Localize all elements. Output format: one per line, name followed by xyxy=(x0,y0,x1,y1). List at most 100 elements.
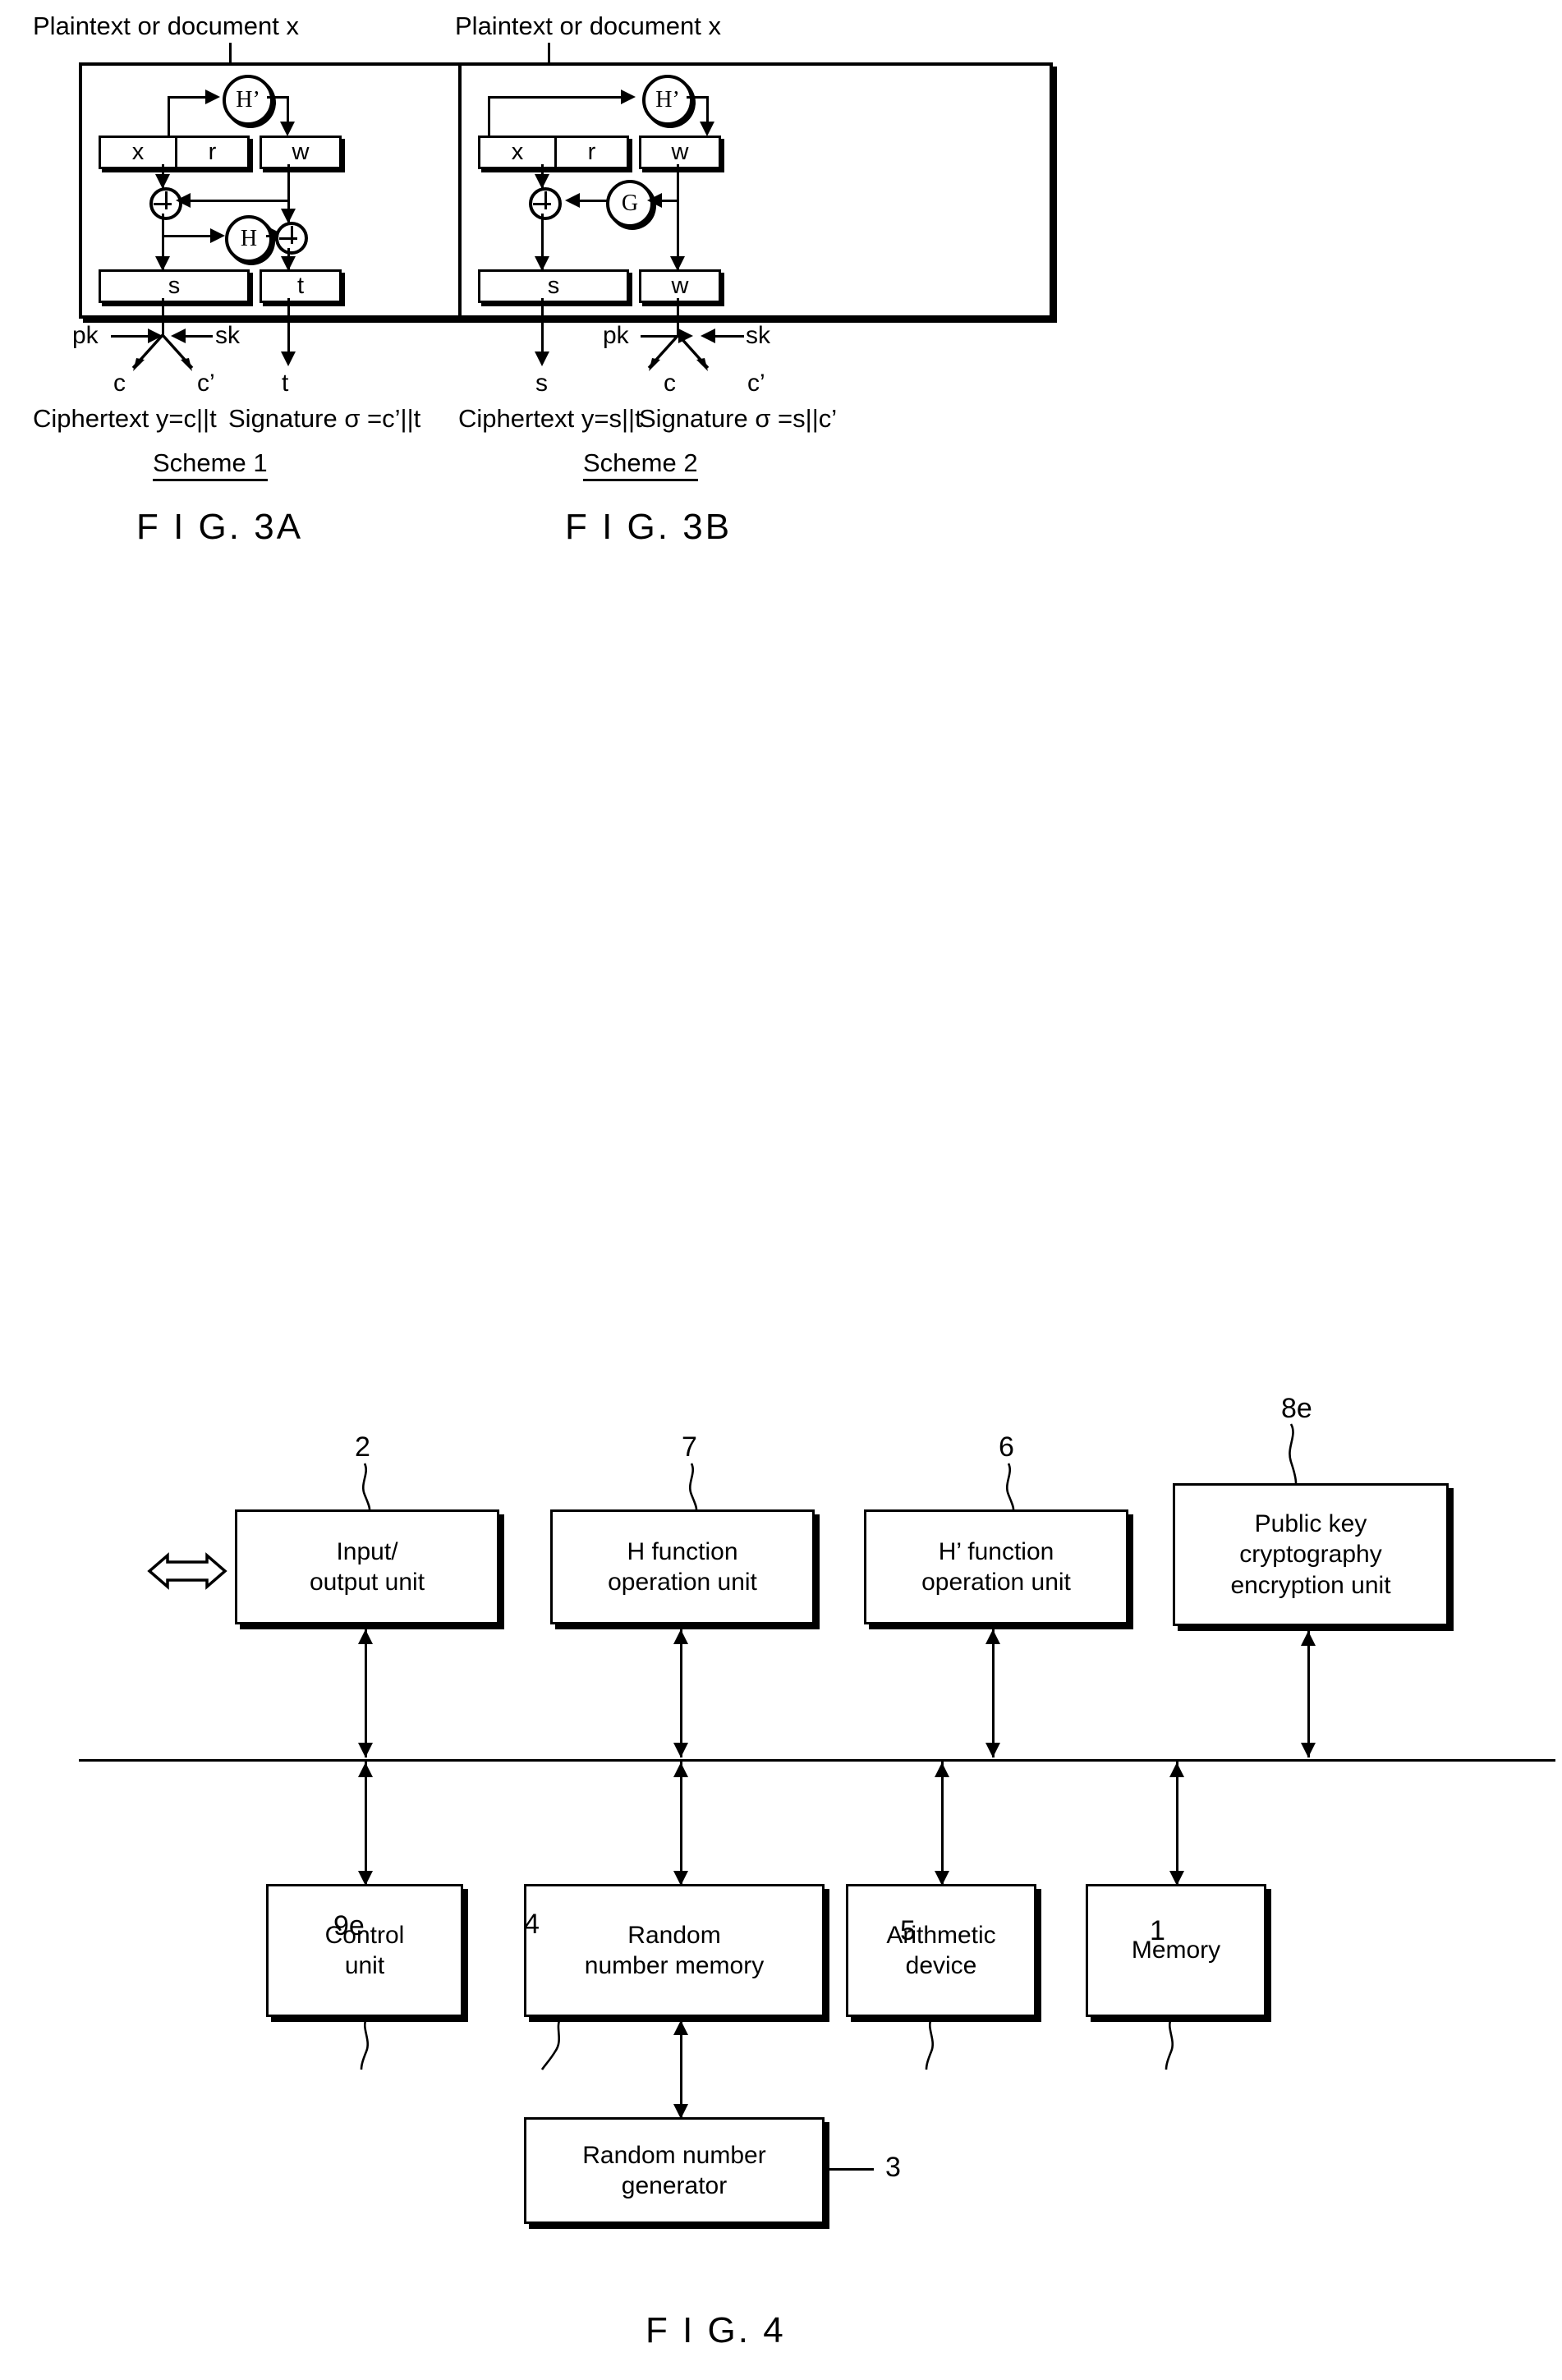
fig3a-r-to-hprime-hline xyxy=(168,96,207,99)
fig4-connector-control-vline xyxy=(365,1761,367,1886)
fig3a-s-branch-to-h-hline xyxy=(162,235,213,237)
fig4-box-public-key-line-3: encryption unit xyxy=(1230,1571,1391,1599)
fig3b-hprime-to-w-hline xyxy=(687,96,709,99)
fig4-ref-4: 4 xyxy=(524,1909,540,1940)
figure-4: 2 7 6 8e Input/ output unit H function o… xyxy=(0,1347,1562,2380)
fig4-ref-1: 1 xyxy=(1150,1915,1165,1946)
fig4-box-public-key-line-1: Public key xyxy=(1254,1509,1367,1537)
fig3a-register-w-label: w xyxy=(292,139,310,165)
figure-3b: Plaintext or document x H’ x r w G s w p… xyxy=(455,0,1562,575)
fig4-box-random-number-memory: Random number memory xyxy=(524,1884,825,2017)
fig4-box-h-function-operation-unit: H function operation unit xyxy=(550,1509,815,1624)
fig4-connector-memory-arrow-up xyxy=(1169,1762,1184,1777)
fig3b-figure-label: F I G. 3B xyxy=(565,507,733,547)
fig3b-w-down-vline xyxy=(677,164,679,201)
fig3a-t-out-arrowhead xyxy=(281,351,296,366)
fig3a-s-branch-to-h-arrowhead xyxy=(210,228,225,243)
fig3b-s-out-arrowhead xyxy=(535,351,549,366)
fig3a-w-to-xor1-hline xyxy=(179,200,289,202)
fig3a-figure-label: F I G. 3A xyxy=(136,507,304,547)
fig4-connector-hprime-arrow-up xyxy=(985,1629,1000,1644)
fig4-connector-control-arrow-up xyxy=(358,1762,373,1777)
fig4-connector-rng-mem-arrow-up xyxy=(673,1762,688,1777)
fig3a-register-t: t xyxy=(260,269,342,303)
fig4-box-random-number-generator-line-1: Random number xyxy=(582,2141,766,2169)
fig4-leader-3-line xyxy=(828,2168,874,2171)
fig4-leader-5 xyxy=(925,2018,934,2070)
fig4-box-public-key-line-2: cryptography xyxy=(1239,1541,1382,1569)
fig3a-register-t-label: t xyxy=(296,273,305,299)
fig3a-output-c: c xyxy=(113,370,126,397)
fig4-box-random-number-memory-line-2: number memory xyxy=(584,1952,765,1979)
fig4-connector-hprime-arrow-down xyxy=(985,1743,1000,1757)
fig4-connector-pubkey-vline xyxy=(1307,1629,1310,1757)
fig4-ref-7: 7 xyxy=(682,1431,697,1463)
fig4-box-random-number-memory-line-1: Random xyxy=(627,1921,721,1949)
fig3b-hprime-function: H’ xyxy=(642,75,693,126)
fig3b-register-w-label: w xyxy=(671,139,689,165)
fig4-connector-arith-arrow-up xyxy=(935,1762,949,1777)
fig3a-register-w: w xyxy=(260,136,342,169)
fig3b-register-w-bottom: w xyxy=(639,269,721,303)
fig4-box-arithmetic-device: Arithmetic device xyxy=(846,1884,1036,2017)
fig3b-register-w: w xyxy=(639,136,721,169)
fig4-connector-rng-mem-vline xyxy=(680,1761,682,1886)
fig3b-register-xr: x r xyxy=(478,136,629,169)
fig4-connector-memory-vline xyxy=(1176,1761,1178,1886)
fig4-box-control-unit: Control unit xyxy=(266,1884,463,2017)
fig3b-register-w-bottom-label: w xyxy=(671,273,689,299)
fig3a-h-function: H xyxy=(225,215,273,263)
fig3a-register-s: s xyxy=(99,269,250,303)
fig3a-output-t: t xyxy=(282,370,289,397)
fig4-box-input-output-unit-line-2: output unit xyxy=(309,1569,425,1596)
fig3b-output-c: c xyxy=(664,370,676,397)
fig4-leader-9e xyxy=(360,2018,369,2070)
fig3a-scheme-name: Scheme 1 xyxy=(153,450,268,481)
fig3b-output-s: s xyxy=(535,370,548,397)
fig3a-xor-2 xyxy=(275,222,308,255)
fig3b-caption-signature: Signature σ =s||c’ xyxy=(639,404,838,433)
fig3b-register-s-label: s xyxy=(547,273,560,299)
patent-figure-sheet: Plaintext or document x H’ x r w H s t p… xyxy=(0,0,1562,2380)
fig3a-r-to-hprime-arrowhead xyxy=(205,90,220,104)
fig4-box-hprime-function-line-1: H’ function xyxy=(938,1537,1054,1565)
fig3a-caption-ciphertext: Ciphertext y=c||t xyxy=(33,404,217,433)
fig3b-r-to-hprime-arrowhead xyxy=(621,90,636,104)
fig3a-register-s-label: s xyxy=(168,273,181,299)
fig3a-register-xr: x r xyxy=(99,136,250,169)
fig3b-scheme-name: Scheme 2 xyxy=(583,450,698,481)
fig3b-hprime-to-w-arrowhead xyxy=(700,122,714,136)
fig4-leader-1 xyxy=(1165,2018,1174,2070)
fig4-connector-h-arrow-up xyxy=(673,1629,688,1644)
fig4-box-input-output-unit-line-1: Input/ xyxy=(336,1537,398,1565)
fig4-ref-8e: 8e xyxy=(1281,1393,1312,1424)
fig3a-hprime-to-w-arrowhead xyxy=(280,122,295,136)
fig4-leader-8e xyxy=(1289,1423,1298,1484)
fig4-box-control-unit-line-2: unit xyxy=(344,1952,385,1979)
fig3b-g-to-xor-arrowhead xyxy=(565,193,580,208)
fig4-box-input-output-unit: Input/ output unit xyxy=(235,1509,499,1624)
fig3b-r-to-hprime-hline xyxy=(488,96,623,99)
fig4-ref-5: 5 xyxy=(900,1915,916,1946)
fig4-connector-pubkey-arrow-up xyxy=(1301,1631,1316,1646)
fig3b-input-label: Plaintext or document x xyxy=(455,11,721,40)
fig4-connector-h-arrow-down xyxy=(673,1743,688,1757)
fig4-box-memory-line-1: Memory xyxy=(1131,1937,1221,1964)
fig4-connector-rng-gen-arrow-up xyxy=(673,2020,688,2035)
fig4-connector-hprime-vline xyxy=(992,1628,995,1757)
fig3b-xor-1 xyxy=(529,187,562,220)
fig3b-register-x: x xyxy=(511,139,524,165)
fig3a-hprime-to-w-hline xyxy=(267,96,289,99)
fig4-box-arithmetic-device-line-2: device xyxy=(905,1952,977,1979)
fig4-ref-3: 3 xyxy=(885,2152,901,2183)
fig4-box-hprime-function-line-2: operation unit xyxy=(921,1569,1071,1596)
fig4-ref-9e: 9e xyxy=(333,1910,365,1941)
fig3b-g-label: G xyxy=(621,191,639,216)
fig4-box-h-function-line-2: operation unit xyxy=(608,1569,757,1596)
fig4-box-h-function-line-1: H function xyxy=(627,1537,738,1565)
fig3a-register-x: x xyxy=(131,139,145,165)
fig3b-w-to-g-arrowhead xyxy=(647,193,662,208)
fig3a-w-down-vline xyxy=(287,164,290,201)
fig4-box-random-number-generator: Random number generator xyxy=(524,2117,825,2224)
fig3a-h-label: H xyxy=(240,226,258,251)
